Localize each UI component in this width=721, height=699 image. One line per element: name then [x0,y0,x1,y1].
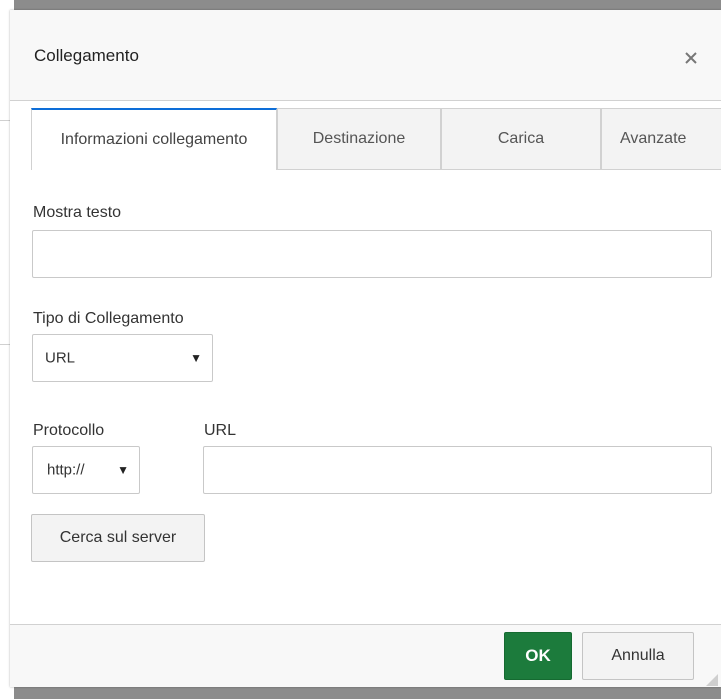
protocol-label: Protocollo [33,422,105,439]
dialog-title: Collegamento [34,46,139,65]
close-icon [685,52,697,64]
link-dialog: Collegamento Informazioni collegamento D… [10,10,721,687]
ok-button[interactable]: OK [504,632,572,680]
tab-bar: Informazioni collegamento Destinazione C… [10,108,721,170]
resize-handle-icon[interactable] [706,674,718,686]
dialog-header: Collegamento [10,10,721,101]
cancel-button[interactable]: Annulla [582,632,694,680]
browse-server-button[interactable]: Cerca sul server [31,514,205,562]
display-text-input[interactable] [32,230,712,278]
tab-bar-divider [277,169,721,170]
dropdown-arrow-icon: ▼ [117,463,129,477]
url-input[interactable] [203,446,712,494]
tab-target[interactable]: Destinazione [277,108,441,169]
protocol-select[interactable]: http:// ▼ [32,446,140,494]
tab-advanced[interactable]: Avanzate [601,108,721,169]
link-type-select[interactable]: URL ▼ [32,334,213,382]
close-button[interactable] [679,46,703,70]
link-type-value: URL [45,349,76,367]
protocol-value: http:// [47,461,85,479]
tab-link-info[interactable]: Informazioni collegamento [31,108,277,170]
tab-upload[interactable]: Carica [441,108,601,169]
display-text-label: Mostra testo [33,204,122,221]
dropdown-arrow-icon: ▼ [190,351,202,365]
url-label: URL [204,422,237,439]
link-type-label: Tipo di Collegamento [33,310,184,327]
